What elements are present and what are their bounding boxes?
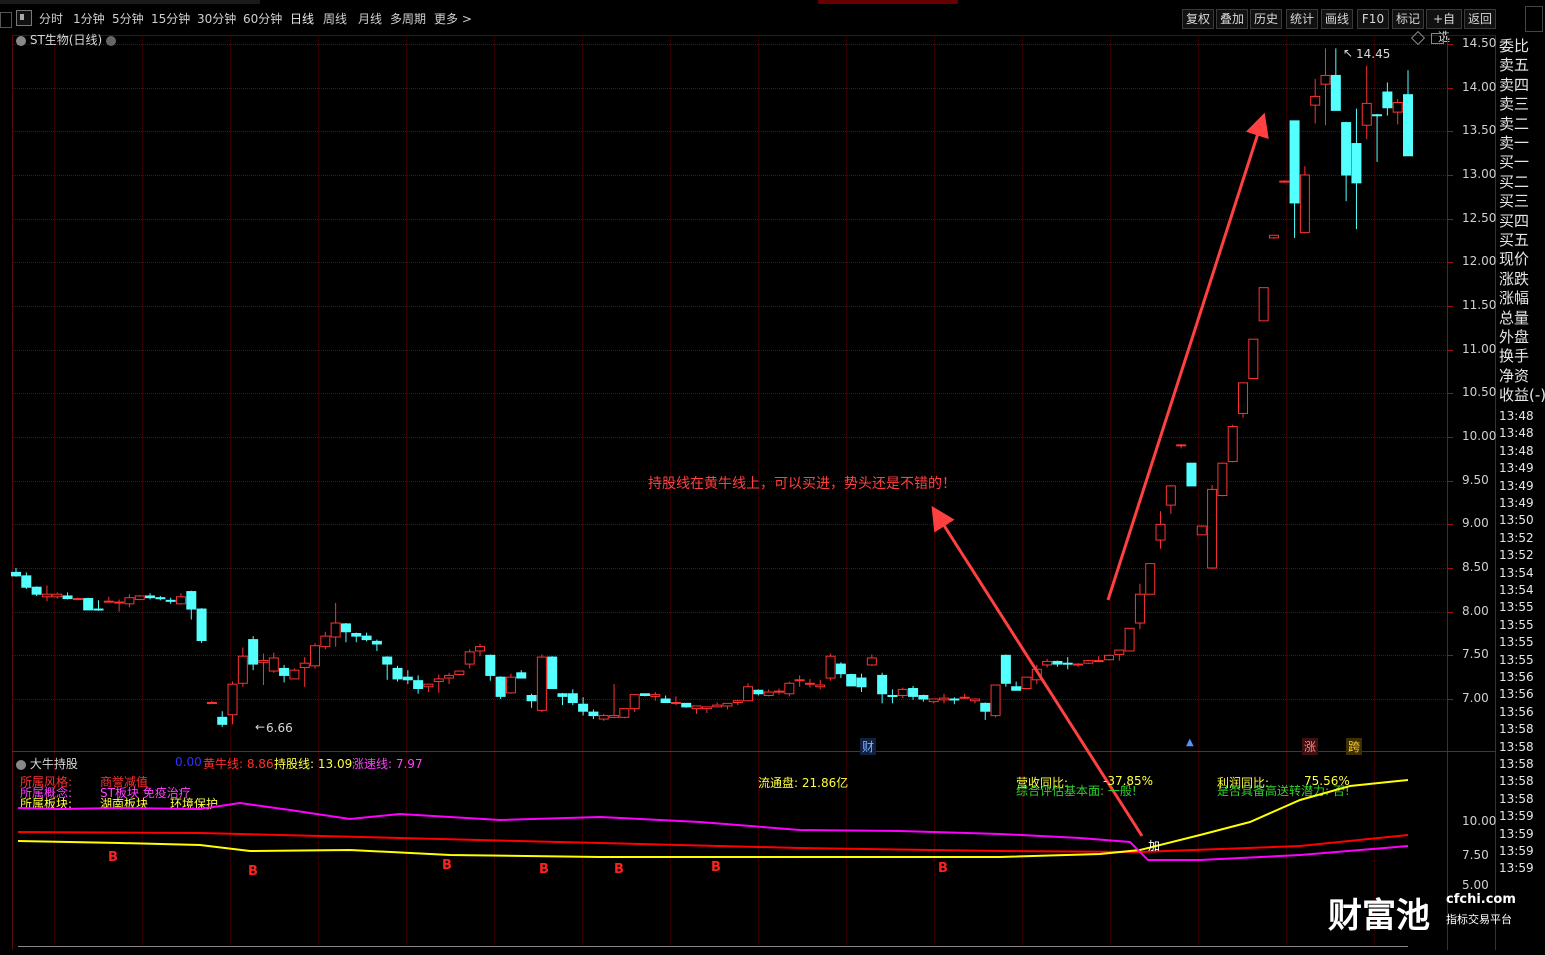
buy-mark-3: B — [442, 858, 452, 873]
ind-axis-tick-2: 7.50 — [1462, 848, 1489, 862]
buy-mark-7: B — [938, 861, 948, 876]
watermark-slogan: 指标交易平台 — [1446, 913, 1512, 926]
buy-mark-4: B — [539, 862, 549, 877]
ind-axis-tick-1: 10.00 — [1462, 814, 1497, 828]
buy-mark-2: B — [248, 864, 258, 879]
speed-line — [17, 801, 1409, 861]
indicator-chart[interactable] — [0, 0, 1545, 955]
buy-mark-1: B — [108, 850, 118, 865]
add-position-mark: 加 — [1148, 839, 1161, 853]
buy-mark-6: B — [711, 860, 721, 875]
ind-axis-tick-3: 5.00 — [1462, 878, 1489, 892]
buy-mark-5: B — [614, 862, 624, 877]
watermark-site: cfchi.com — [1446, 892, 1516, 907]
watermark-brand: 财富池 — [1328, 896, 1430, 936]
